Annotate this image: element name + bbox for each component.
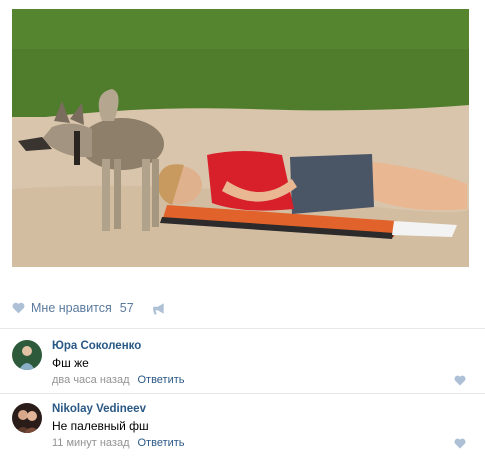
post-actions: Мне нравится 57 [12, 296, 472, 320]
like-button[interactable]: Мне нравится 57 [12, 301, 134, 315]
heart-icon [454, 375, 466, 386]
heart-icon [454, 438, 466, 449]
share-button[interactable] [152, 302, 166, 315]
megaphone-icon [152, 302, 164, 314]
reply-button[interactable]: Ответить [138, 437, 185, 449]
comment-time[interactable]: 11 минут назад [52, 437, 130, 449]
comment-item: Nikolay Vedineev Не палевный фш 11 минут… [12, 403, 472, 463]
divider [0, 393, 485, 394]
comment-text: Не палевный фш [52, 419, 149, 433]
comment-like-button[interactable] [454, 436, 466, 454]
comment-item: Юра Соколенко Фш же два часа назад Ответ… [12, 340, 472, 400]
comment-text: Фш же [52, 356, 89, 370]
comment-author[interactable]: Юра Соколенко [52, 340, 141, 352]
comment-meta: два часа назад Ответить [52, 374, 185, 386]
divider [0, 328, 485, 329]
comment-meta: 11 минут назад Ответить [52, 437, 185, 449]
comment-author[interactable]: Nikolay Vedineev [52, 403, 146, 415]
like-label: Мне нравится [31, 301, 112, 315]
avatar[interactable] [12, 340, 42, 370]
heart-icon [12, 302, 25, 314]
comment-time[interactable]: два часа назад [52, 374, 129, 386]
like-count: 57 [119, 301, 134, 315]
photo-illustration [12, 9, 469, 267]
post-photo[interactable] [12, 9, 469, 267]
avatar[interactable] [12, 403, 42, 433]
reply-button[interactable]: Ответить [137, 374, 184, 386]
comment-like-button[interactable] [454, 373, 466, 391]
